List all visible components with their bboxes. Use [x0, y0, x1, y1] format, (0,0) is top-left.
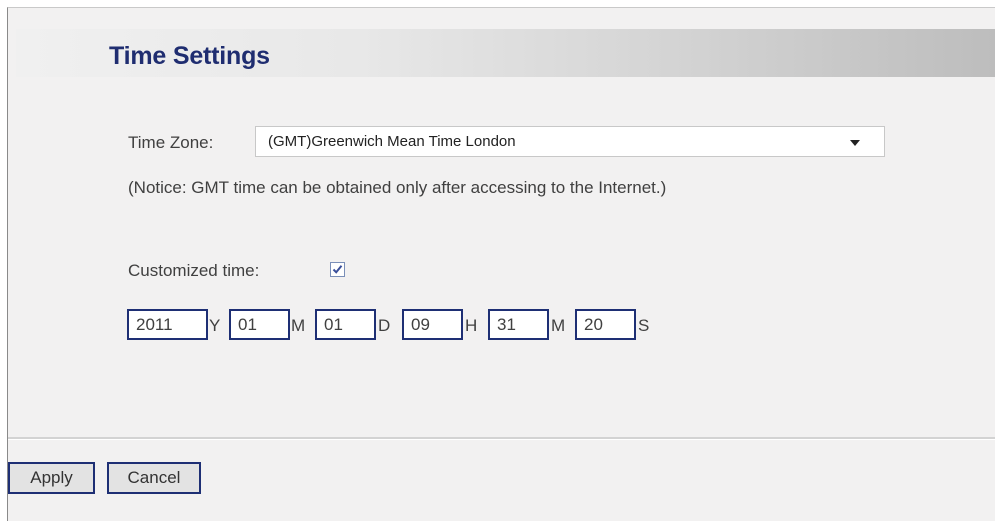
- day-value: 01: [324, 315, 343, 334]
- page-title: Time Settings: [109, 42, 270, 70]
- apply-button[interactable]: Apply: [8, 462, 95, 494]
- time-zone-select[interactable]: (GMT)Greenwich Mean Time London: [255, 126, 885, 157]
- minute-value: 31: [497, 315, 516, 334]
- hour-unit-label: H: [465, 316, 478, 335]
- second-value: 20: [584, 315, 603, 334]
- year-unit-label: Y: [209, 316, 221, 335]
- year-input[interactable]: 2011: [127, 309, 208, 340]
- day-unit-label: D: [378, 316, 391, 335]
- customized-time-checkbox[interactable]: [330, 262, 345, 277]
- time-zone-label: Time Zone:: [128, 133, 214, 152]
- second-unit-label: S: [638, 316, 650, 335]
- customized-time-label: Customized time:: [128, 261, 260, 280]
- month-unit-label: M: [291, 316, 306, 335]
- checkmark-icon: [332, 265, 343, 274]
- month-input[interactable]: 01: [229, 309, 290, 340]
- hour-input[interactable]: 09: [402, 309, 463, 340]
- day-input[interactable]: 01: [315, 309, 376, 340]
- cancel-button[interactable]: Cancel: [107, 462, 201, 494]
- footer-divider: [8, 437, 995, 440]
- year-value: 2011: [136, 315, 173, 334]
- time-zone-selected-value: (GMT)Greenwich Mean Time London: [268, 133, 516, 150]
- gmt-notice: (Notice: GMT time can be obtained only a…: [128, 178, 667, 197]
- hour-value: 09: [411, 315, 430, 334]
- month-value: 01: [238, 315, 257, 334]
- minute-input[interactable]: 31: [488, 309, 549, 340]
- minute-unit-label: M: [551, 316, 566, 335]
- chevron-down-icon[interactable]: [850, 140, 860, 146]
- second-input[interactable]: 20: [575, 309, 636, 340]
